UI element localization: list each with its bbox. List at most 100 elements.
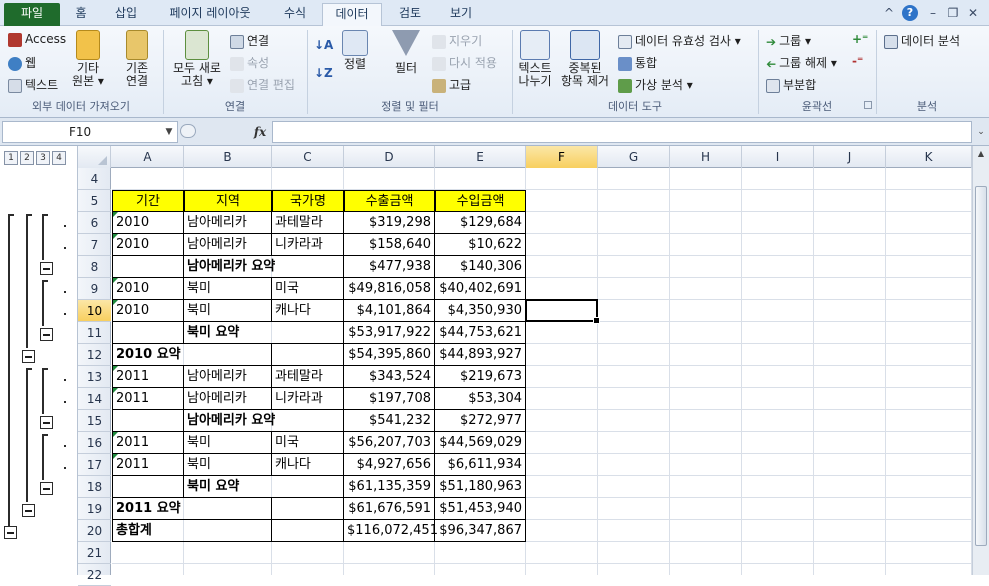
cell-b10[interactable]: 북미 [184, 300, 272, 322]
cell-b11[interactable]: 북미 요약 [184, 322, 272, 344]
collapse-2011-button[interactable] [22, 504, 35, 517]
worksheet-grid[interactable]: 기간 지역 국가명 수출금액 수입금액 2010 남아메리카 과테말라 $319,298 $129… [112, 168, 972, 575]
column-header-h[interactable]: H [670, 146, 742, 168]
outline-level-4-button[interactable]: 4 [52, 151, 66, 165]
name-box-dropdown-icon[interactable]: ▼ [162, 121, 176, 143]
reapply-button[interactable]: 다시 적용 [432, 54, 497, 71]
scroll-up-icon[interactable]: ▲ [973, 146, 989, 162]
cell-b21[interactable] [184, 542, 272, 564]
other-sources-button[interactable]: 기타 원본 ▾ [68, 30, 108, 88]
cell-a17[interactable]: 2011 [112, 454, 184, 476]
cell-b7[interactable]: 남아메리카 [184, 234, 272, 256]
cell-c10[interactable]: 캐나다 [272, 300, 344, 322]
cell-a14[interactable]: 2011 [112, 388, 184, 410]
cell-c17[interactable]: 캐나다 [272, 454, 344, 476]
cell-b18[interactable]: 북미 요약 [184, 476, 272, 498]
active-cell-outline[interactable] [525, 299, 600, 324]
cell-b22[interactable] [184, 564, 272, 575]
from-web-button[interactable]: 웹 [8, 54, 36, 71]
group-button[interactable]: ➔ 그룹 ▾ [766, 32, 811, 49]
row-header-17[interactable]: 17 [78, 454, 111, 476]
outline-level-3-button[interactable]: 3 [36, 151, 50, 165]
cell-e18[interactable]: $51,180,963 [435, 476, 526, 498]
tab-view[interactable]: 보기 [436, 3, 486, 26]
column-header-i[interactable]: I [742, 146, 814, 168]
cell-c12[interactable] [272, 344, 344, 366]
cell-d8[interactable]: $477,938 [344, 256, 435, 278]
vertical-scrollbar[interactable]: ▲ [972, 146, 989, 575]
cell-d9[interactable]: $49,816,058 [344, 278, 435, 300]
advanced-filter-button[interactable]: 고급 [432, 76, 471, 93]
cell-d5[interactable]: 수출금액 [344, 190, 435, 212]
data-validation-button[interactable]: 데이터 유효성 검사 ▾ [618, 32, 741, 49]
insert-function-button[interactable]: fx [250, 122, 270, 142]
cell-a13[interactable]: 2011 [112, 366, 184, 388]
name-box[interactable]: F10 [2, 121, 178, 143]
cell-d22[interactable] [344, 564, 435, 575]
cell-d4[interactable] [344, 168, 435, 190]
tab-file[interactable]: 파일 [4, 3, 60, 26]
cell-e19[interactable]: $51,453,940 [435, 498, 526, 520]
column-header-d[interactable]: D [344, 146, 435, 168]
cell-d15[interactable]: $541,232 [344, 410, 435, 432]
sort-ascending-icon[interactable]: ↓A [314, 38, 333, 52]
cell-c16[interactable]: 미국 [272, 432, 344, 454]
cell-c13[interactable]: 과테말라 [272, 366, 344, 388]
cell-c22[interactable] [272, 564, 344, 575]
select-all-corner[interactable] [78, 146, 111, 168]
cell-a10[interactable]: 2010 [112, 300, 184, 322]
tab-page-layout[interactable]: 페이지 레이아웃 [152, 3, 268, 26]
cell-b13[interactable]: 남아메리카 [184, 366, 272, 388]
cell-a7[interactable]: 2010 [112, 234, 184, 256]
outline-level-2-button[interactable]: 2 [20, 151, 34, 165]
formula-input[interactable] [272, 121, 972, 143]
cell-d7[interactable]: $158,640 [344, 234, 435, 256]
cell-b16[interactable]: 북미 [184, 432, 272, 454]
cell-e4[interactable] [435, 168, 526, 190]
row-header-16[interactable]: 16 [78, 432, 111, 454]
cell-a21[interactable] [112, 542, 184, 564]
cell-a5[interactable]: 기간 [112, 190, 184, 212]
cell-c20[interactable] [272, 520, 344, 542]
subtotal-button[interactable]: 부분합 [766, 76, 816, 93]
existing-connections-button[interactable]: 기존 연결 [116, 30, 158, 88]
from-access-button[interactable]: Access [8, 32, 66, 47]
tab-formulas[interactable]: 수식 [270, 3, 320, 26]
column-header-c[interactable]: C [272, 146, 344, 168]
row-header-15[interactable]: 15 [78, 410, 111, 432]
cell-a20[interactable]: 총합계 [112, 520, 184, 542]
row-header-22[interactable]: 22 [78, 564, 111, 586]
row-header-12[interactable]: 12 [78, 344, 111, 366]
cell-e6[interactable]: $129,684 [435, 212, 526, 234]
cell-e14[interactable]: $53,304 [435, 388, 526, 410]
window-minimize-icon[interactable]: – [926, 5, 940, 21]
ungroup-button[interactable]: ➔ 그룹 해제 ▾ [766, 54, 837, 71]
consolidate-button[interactable]: 통합 [618, 54, 657, 71]
tab-review[interactable]: 검토 [386, 3, 434, 26]
hide-detail-icon[interactable]: -⁼ [852, 54, 863, 68]
cell-e17[interactable]: $6,611,934 [435, 454, 526, 476]
cell-d10[interactable]: $4,101,864 [344, 300, 435, 322]
cell-e7[interactable]: $10,622 [435, 234, 526, 256]
cell-e16[interactable]: $44,569,029 [435, 432, 526, 454]
cell-b5[interactable]: 지역 [184, 190, 272, 212]
tab-data[interactable]: 데이터 [322, 3, 382, 26]
cell-b15[interactable]: 남아메리카 요약 [184, 410, 275, 432]
cell-d12[interactable]: $54,395,860 [344, 344, 435, 366]
cell-b6[interactable]: 남아메리카 [184, 212, 272, 234]
row-header-14[interactable]: 14 [78, 388, 111, 410]
cell-d6[interactable]: $319,298 [344, 212, 435, 234]
scroll-thumb[interactable] [975, 186, 987, 546]
cell-c15[interactable] [272, 410, 344, 432]
cell-c11[interactable] [272, 322, 344, 344]
cell-e9[interactable]: $40,402,691 [435, 278, 526, 300]
cell-d11[interactable]: $53,917,922 [344, 322, 435, 344]
row-header-11[interactable]: 11 [78, 322, 111, 344]
cell-e22[interactable] [435, 564, 526, 575]
collapse-group-button[interactable] [40, 328, 53, 341]
sort-descending-icon[interactable]: ↓Z [314, 66, 333, 80]
cell-a22[interactable] [112, 564, 184, 575]
cell-d20[interactable]: $116,072,451 [344, 520, 438, 542]
cell-b20[interactable] [184, 520, 272, 542]
cell-d13[interactable]: $343,524 [344, 366, 435, 388]
